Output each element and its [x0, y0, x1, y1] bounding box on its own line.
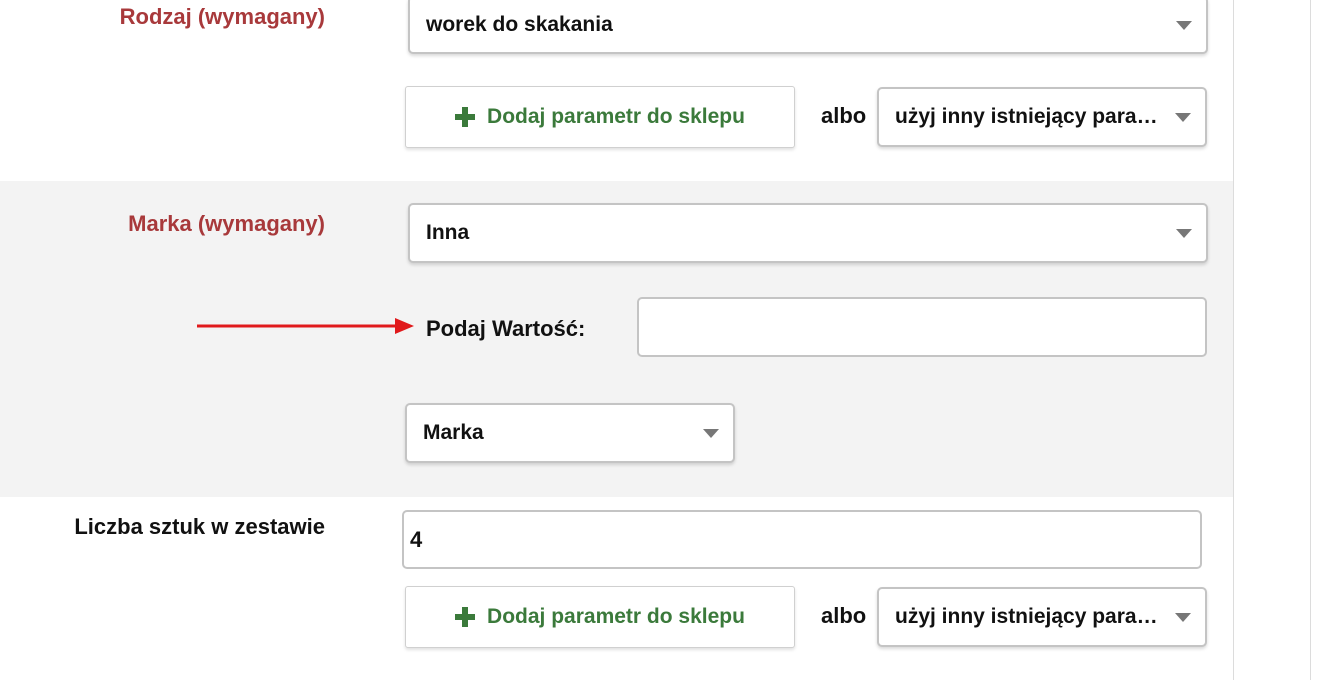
- custom-value-input[interactable]: [637, 297, 1207, 357]
- plus-icon: [455, 107, 476, 127]
- chevron-down-icon: [1176, 21, 1192, 30]
- existing-parameter-value: użyj inny istniejący parametr: [895, 105, 1183, 128]
- panel-divider: [1233, 0, 1234, 680]
- plus-icon: [455, 607, 476, 627]
- marka-select[interactable]: Inna: [408, 203, 1208, 263]
- rodzaj-add-parameter-button[interactable]: Dodaj parametr do sklepu: [405, 86, 795, 148]
- custom-value-label: Podaj Wartość:: [426, 316, 586, 341]
- chevron-down-icon: [1175, 613, 1191, 622]
- marka-parameter-value: Marka: [423, 421, 484, 444]
- liczba-input[interactable]: 4: [402, 510, 1202, 569]
- rodzaj-select[interactable]: worek do skakania: [408, 0, 1208, 54]
- or-text: albo: [821, 603, 867, 628]
- annotation-arrow-icon: [197, 318, 414, 334]
- rodzaj-existing-parameter-select[interactable]: użyj inny istniejący parametr: [877, 87, 1207, 147]
- existing-parameter-value: użyj inny istniejący parametr: [895, 605, 1183, 628]
- marka-label: Marka (wymagany): [128, 211, 325, 236]
- liczba-label: Liczba sztuk w zestawie: [74, 514, 325, 539]
- add-parameter-label: Dodaj parametr do sklepu: [487, 105, 745, 128]
- liczba-existing-parameter-select[interactable]: użyj inny istniejący parametr: [877, 587, 1207, 647]
- marka-select-value: Inna: [426, 221, 470, 244]
- or-text: albo: [821, 103, 867, 128]
- panel-divider-right: [1310, 0, 1311, 680]
- liczba-add-parameter-button[interactable]: Dodaj parametr do sklepu: [405, 586, 795, 648]
- chevron-down-icon: [1175, 113, 1191, 122]
- chevron-down-icon: [1176, 229, 1192, 238]
- add-parameter-label: Dodaj parametr do sklepu: [487, 605, 745, 628]
- rodzaj-select-value: worek do skakania: [426, 13, 613, 36]
- chevron-down-icon: [703, 429, 719, 438]
- marka-parameter-select[interactable]: Marka: [405, 403, 735, 463]
- rodzaj-label: Rodzaj (wymagany): [119, 4, 325, 29]
